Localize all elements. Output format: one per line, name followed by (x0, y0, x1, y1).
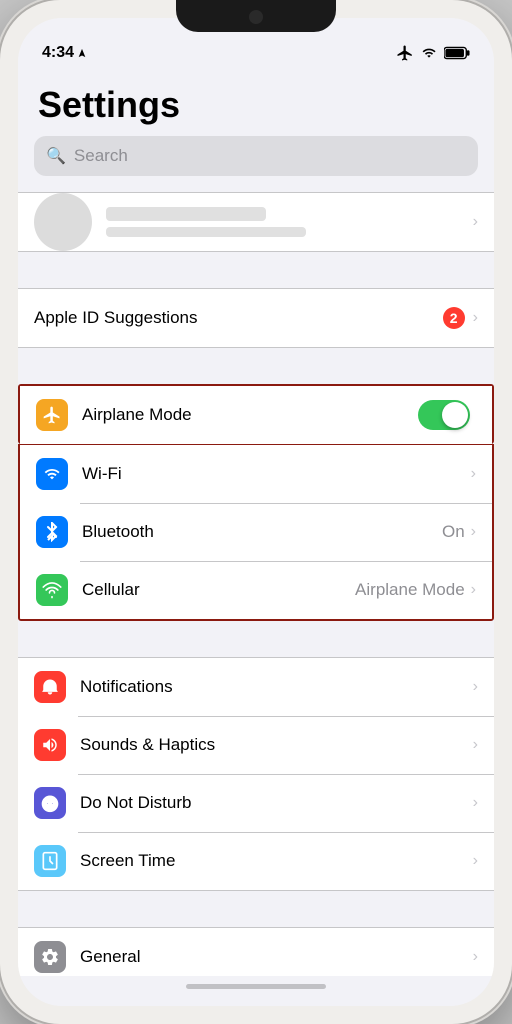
wifi-row[interactable]: Wi-Fi › (20, 445, 492, 503)
scroll-content[interactable]: Settings 🔍 Search › (18, 68, 494, 976)
connectivity-lower: Wi-Fi › Bluetooth On › (18, 444, 494, 621)
wifi-chevron: › (471, 465, 476, 483)
cellular-icon (36, 574, 68, 606)
general-symbol (40, 947, 60, 967)
bluetooth-icon (36, 516, 68, 548)
bluetooth-symbol (45, 522, 59, 542)
screen-time-row[interactable]: Screen Time › (18, 832, 494, 890)
dnd-symbol (40, 793, 60, 813)
general-icon (34, 941, 66, 973)
apple-id-chevron: › (473, 309, 478, 327)
airplane-status-icon (396, 44, 414, 62)
screen-time-chevron: › (473, 852, 478, 870)
profile-section[interactable]: › (18, 192, 494, 252)
sounds-symbol (41, 735, 59, 755)
sounds-haptics-label: Sounds & Haptics (80, 735, 473, 755)
bluetooth-value: On (442, 522, 465, 542)
home-indicator (186, 984, 326, 989)
search-placeholder: Search (74, 146, 128, 166)
notifications-symbol (41, 677, 59, 697)
search-icon: 🔍 (46, 146, 66, 166)
general-chevron: › (473, 948, 478, 966)
general-section: General › Control Center › (18, 927, 494, 976)
general-row[interactable]: General › (18, 928, 494, 976)
notifications-icon (34, 671, 66, 703)
camera (249, 10, 263, 24)
notifications-label: Notifications (80, 677, 473, 697)
toggle-knob (442, 402, 468, 428)
profile-chevron: › (473, 213, 478, 231)
apple-id-label: Apple ID Suggestions (34, 308, 443, 328)
location-icon (77, 47, 87, 59)
general-label: General (80, 947, 473, 967)
time-label: 4:34 (42, 44, 74, 62)
profile-name (106, 207, 266, 221)
sounds-haptics-row[interactable]: Sounds & Haptics › (18, 716, 494, 774)
bluetooth-row[interactable]: Bluetooth On › (20, 503, 492, 561)
notifications-row[interactable]: Notifications › (18, 658, 494, 716)
cellular-symbol (42, 580, 62, 600)
screen-time-symbol (40, 851, 60, 871)
apple-id-row[interactable]: Apple ID Suggestions 2 › (18, 289, 494, 347)
apple-id-section[interactable]: Apple ID Suggestions 2 › (18, 288, 494, 348)
airplane-mode-icon (36, 399, 68, 431)
airplane-mode-toggle[interactable] (418, 400, 470, 430)
cellular-row[interactable]: Cellular Airplane Mode › (20, 561, 492, 619)
dnd-icon (34, 787, 66, 819)
wifi-icon (36, 458, 68, 490)
apple-id-badge: 2 (443, 307, 465, 329)
avatar (34, 193, 92, 251)
dnd-label: Do Not Disturb (80, 793, 473, 813)
do-not-disturb-row[interactable]: Do Not Disturb › (18, 774, 494, 832)
airplane-mode-row[interactable]: Airplane Mode (20, 386, 492, 444)
connectivity-section: Airplane Mode Wi-Fi (18, 384, 494, 621)
screen-time-label: Screen Time (80, 851, 473, 871)
status-icons (396, 44, 470, 62)
bluetooth-chevron: › (471, 523, 476, 541)
wifi-label: Wi-Fi (82, 464, 471, 484)
bottom-bar (18, 976, 494, 1006)
airplane-mode-label: Airplane Mode (82, 405, 418, 425)
sounds-haptics-chevron: › (473, 736, 478, 754)
bluetooth-label: Bluetooth (82, 522, 442, 542)
notifications-chevron: › (473, 678, 478, 696)
wifi-symbol (42, 466, 62, 482)
sounds-icon (34, 729, 66, 761)
cellular-label: Cellular (82, 580, 355, 600)
dnd-chevron: › (473, 794, 478, 812)
cellular-chevron: › (471, 581, 476, 599)
profile-row[interactable]: › (18, 193, 494, 251)
airplane-icon (42, 405, 62, 425)
profile-subtitle (106, 227, 306, 237)
battery-icon (444, 46, 470, 60)
cellular-value: Airplane Mode (355, 580, 465, 600)
page-title: Settings (18, 68, 494, 136)
wifi-status-icon (420, 46, 438, 60)
status-time: 4:34 (42, 44, 87, 62)
phone-screen: 4:34 (18, 18, 494, 1006)
phone-frame: 4:34 (0, 0, 512, 1024)
notch (176, 0, 336, 32)
search-bar[interactable]: 🔍 Search (34, 136, 478, 176)
screen-time-icon (34, 845, 66, 877)
notifications-section: Notifications › Sounds & Haptics › (18, 657, 494, 891)
